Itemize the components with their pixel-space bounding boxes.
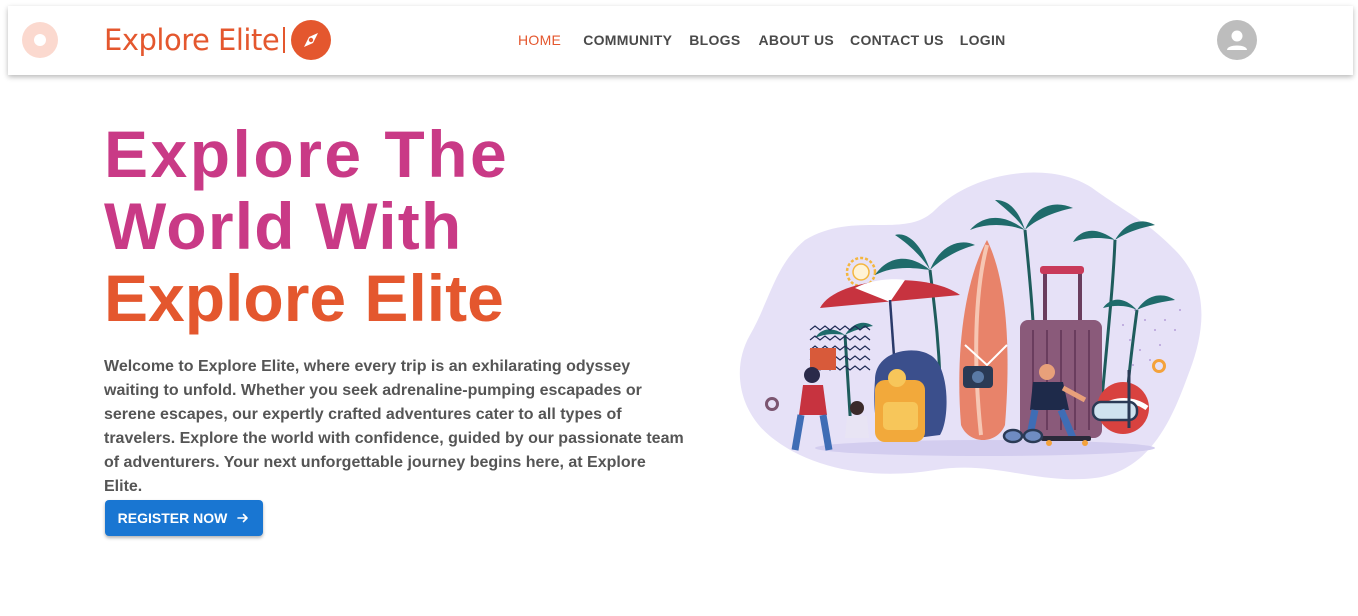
nav-link-community[interactable]: COMMUNITY	[583, 32, 672, 48]
arrow-right-icon	[237, 513, 249, 523]
hero-title: Explore The World With Explore Elite	[104, 118, 509, 334]
register-now-label: REGISTER NOW	[117, 510, 228, 526]
nav-link-contact-us[interactable]: CONTACT US	[850, 32, 944, 48]
hero-title-line-1: Explore The	[104, 117, 510, 191]
logo[interactable]: Explore Elite	[104, 20, 332, 60]
hero-title-line-3: Explore Elite	[104, 261, 504, 335]
hero-title-line-2: World With	[104, 189, 463, 263]
nav-link-about-us[interactable]: ABOUT US	[759, 32, 835, 48]
navbar: Explore Elite HOME COMMUNITY BLOGS ABOUT…	[8, 6, 1353, 75]
nav-link-blogs[interactable]: BLOGS	[689, 32, 740, 48]
travel-illustration	[739, 172, 1202, 480]
avatar-icon[interactable]	[1217, 20, 1257, 60]
compass-icon	[291, 20, 332, 60]
hero-description: Welcome to Explore Elite, where every tr…	[104, 358, 684, 495]
decorative-circle-icon	[22, 22, 58, 58]
logo-divider	[283, 27, 286, 53]
logo-text: Explore Elite	[104, 23, 280, 57]
nav-link-home[interactable]: HOME	[518, 32, 561, 48]
nav-link-login[interactable]: LOGIN	[960, 32, 1006, 48]
main-nav: HOME COMMUNITY BLOGS ABOUT US CONTACT US…	[518, 32, 1006, 48]
register-now-button[interactable]: REGISTER NOW	[105, 500, 263, 536]
